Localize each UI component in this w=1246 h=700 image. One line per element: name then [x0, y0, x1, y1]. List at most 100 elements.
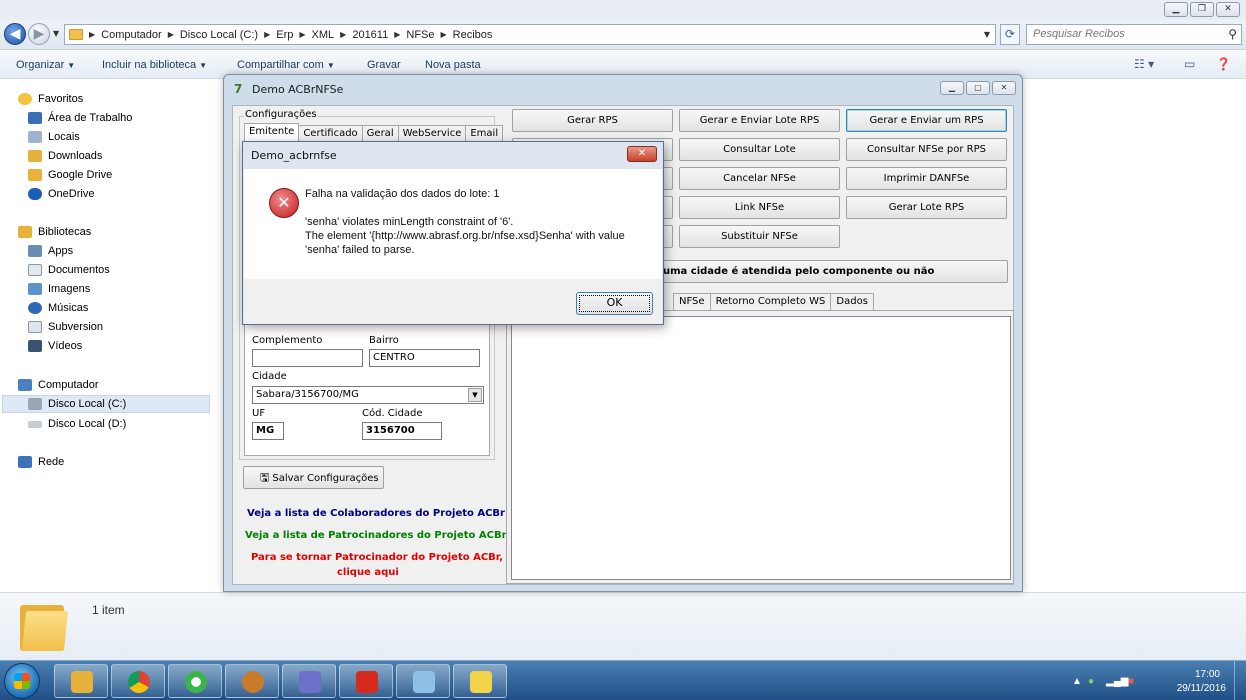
tray-status-icon[interactable]: ● — [1088, 676, 1094, 687]
chevron-right-icon[interactable]: ▶ — [264, 30, 270, 39]
patrocinador-link-line2[interactable]: clique aqui — [337, 567, 399, 578]
chevron-right-icon[interactable]: ▶ — [394, 30, 400, 39]
nav-libraries[interactable]: Bibliotecas — [18, 223, 91, 241]
help-icon[interactable]: ❓ — [1216, 57, 1231, 71]
clock-time[interactable]: 17:00 — [1195, 669, 1220, 680]
chevron-down-icon[interactable]: ▼ — [468, 388, 482, 402]
dialog-close-button[interactable]: ✕ — [627, 146, 657, 162]
breadcrumb-201611[interactable]: 201611 — [352, 29, 388, 41]
chevron-right-icon[interactable]: ▶ — [441, 30, 447, 39]
preview-pane-icon[interactable]: ▭ — [1184, 57, 1195, 71]
nav-documents[interactable]: Documentos — [28, 261, 110, 279]
share-menu[interactable]: Compartilhar com ▼ — [237, 59, 335, 71]
organize-menu[interactable]: Organizar ▼ — [16, 59, 75, 71]
taskbar-explorer[interactable] — [54, 664, 108, 698]
chevron-right-icon[interactable]: ▶ — [340, 30, 346, 39]
address-input[interactable]: ▶ Computador ▶ Disco Local (C:) ▶ Erp ▶ … — [64, 24, 996, 45]
nav-apps[interactable]: Apps — [28, 242, 73, 260]
cancelar-nfse-button[interactable]: Cancelar NFSe — [679, 167, 840, 190]
tab-geral[interactable]: Geral — [361, 125, 399, 142]
taskbar-app-cursor[interactable] — [282, 664, 336, 698]
show-desktop-button[interactable] — [1234, 661, 1246, 700]
consultar-nfse-rps-button[interactable]: Consultar NFSe por RPS — [846, 138, 1007, 161]
tab-emitente[interactable]: Emitente — [244, 123, 300, 142]
nav-downloads[interactable]: Downloads — [28, 147, 102, 165]
breadcrumb-computador[interactable]: Computador — [101, 29, 162, 41]
breadcrumb-xml[interactable]: XML — [312, 29, 335, 41]
taskbar-acbr[interactable] — [453, 664, 507, 698]
taskbar-acrobat[interactable] — [339, 664, 393, 698]
link-nfse-button[interactable]: Link NFSe — [679, 196, 840, 219]
bairro-input[interactable]: CENTRO — [369, 349, 480, 367]
tab-email[interactable]: Email — [465, 125, 504, 142]
nav-images[interactable]: Imagens — [28, 280, 90, 298]
chevron-up-icon[interactable]: ▲ — [1072, 676, 1082, 687]
gerar-enviar-um-rps-button[interactable]: Gerar e Enviar um RPS — [846, 109, 1007, 132]
chevron-right-icon[interactable]: ▶ — [299, 30, 305, 39]
consultar-lote-button[interactable]: Consultar Lote — [679, 138, 840, 161]
nav-music[interactable]: Músicas — [28, 299, 88, 317]
colaboradores-link[interactable]: Veja a lista de Colaboradores do Projeto… — [247, 508, 505, 519]
gerar-rps-button[interactable]: Gerar RPS — [512, 109, 673, 132]
complemento-input[interactable] — [252, 349, 363, 367]
search-icon[interactable]: ⚲ — [1228, 27, 1237, 41]
save-config-button[interactable]: 🖫 Salvar Configurações — [243, 466, 384, 489]
cidade-select[interactable]: Sabara/3156700/MG ▼ — [252, 386, 484, 404]
uf-input[interactable]: MG — [252, 422, 284, 440]
tray-app-icon[interactable]: ■ — [1128, 676, 1134, 687]
breadcrumb-nfse[interactable]: NFSe — [406, 29, 434, 41]
breadcrumb-recibos[interactable]: Recibos — [453, 29, 493, 41]
acbr-minimize-button[interactable]: ▁ — [940, 81, 964, 95]
tab-nfse[interactable]: NFSe — [673, 293, 711, 310]
acbr-close-button[interactable]: ✕ — [992, 81, 1016, 95]
acbr-titlebar[interactable]: 7 Demo ACBrNFSe ▁ ▢ ✕ — [224, 75, 1022, 103]
patrocinadores-link[interactable]: Veja a lista de Patrocinadores do Projet… — [245, 530, 507, 541]
taskbar-app-helmet[interactable] — [225, 664, 279, 698]
cod-cidade-input[interactable]: 3156700 — [362, 422, 442, 440]
close-button[interactable]: ✕ — [1216, 2, 1240, 17]
substituir-nfse-button[interactable]: Substituir NFSe — [679, 225, 840, 248]
gerar-lote-rps-button[interactable]: Gerar Lote RPS — [846, 196, 1007, 219]
clock-date[interactable]: 29/11/2016 — [1177, 683, 1226, 694]
chevron-right-icon[interactable]: ▶ — [168, 30, 174, 39]
start-button[interactable] — [4, 663, 40, 699]
nav-network[interactable]: Rede — [18, 453, 64, 471]
ok-button[interactable]: OK — [576, 292, 653, 315]
nav-places[interactable]: Locais — [28, 128, 80, 146]
gerar-enviar-lote-button[interactable]: Gerar e Enviar Lote RPS — [679, 109, 840, 132]
nav-videos[interactable]: Vídeos — [28, 337, 82, 355]
result-memo[interactable] — [511, 316, 1011, 580]
nav-desktop[interactable]: Área de Trabalho — [28, 109, 132, 127]
minimize-button[interactable]: ▁ — [1164, 2, 1188, 17]
address-dropdown-icon[interactable]: ▼ — [978, 24, 996, 45]
search-input[interactable]: Pesquisar Recibos ⚲ — [1026, 24, 1242, 45]
include-library-menu[interactable]: Incluir na biblioteca ▼ — [102, 59, 207, 71]
forward-button[interactable]: ▶ — [28, 23, 50, 45]
tab-certificado[interactable]: Certificado — [298, 125, 363, 142]
back-button[interactable]: ◀ — [4, 23, 26, 45]
maximize-button[interactable]: ❐ — [1190, 2, 1214, 17]
recent-pages-dropdown-icon[interactable]: ▼ — [53, 29, 59, 38]
imprimir-danfse-button[interactable]: Imprimir DANFSe — [846, 167, 1007, 190]
acbr-maximize-button[interactable]: ▢ — [966, 81, 990, 95]
taskbar-chrome[interactable] — [111, 664, 165, 698]
taskbar-app-green[interactable] — [168, 664, 222, 698]
nav-onedrive[interactable]: OneDrive — [28, 185, 94, 203]
signal-icon[interactable]: ▂▄▆ — [1106, 676, 1128, 687]
view-options-icon[interactable]: ☷ ▾ — [1134, 57, 1154, 71]
taskbar-app-window[interactable] — [396, 664, 450, 698]
breadcrumb-erp[interactable]: Erp — [276, 29, 293, 41]
chevron-right-icon[interactable]: ▶ — [89, 30, 95, 39]
dialog-titlebar[interactable]: Demo_acbrnfse ✕ — [243, 142, 663, 168]
nav-computer[interactable]: Computador — [18, 376, 99, 394]
nav-disk-c[interactable]: Disco Local (C:) — [2, 395, 210, 413]
tab-retorno-completo-ws[interactable]: Retorno Completo WS — [709, 293, 832, 310]
nav-google-drive[interactable]: Google Drive — [28, 166, 112, 184]
burn-button[interactable]: Gravar — [367, 59, 401, 71]
tab-dados[interactable]: Dados — [830, 293, 874, 310]
nav-subversion[interactable]: Subversion — [28, 318, 103, 336]
patrocinador-link-line1[interactable]: Para se tornar Patrocinador do Projeto A… — [251, 552, 503, 563]
refresh-icon[interactable]: ⟳ — [1000, 24, 1020, 45]
tab-webservice[interactable]: WebService — [397, 125, 467, 142]
new-folder-button[interactable]: Nova pasta — [425, 59, 481, 71]
